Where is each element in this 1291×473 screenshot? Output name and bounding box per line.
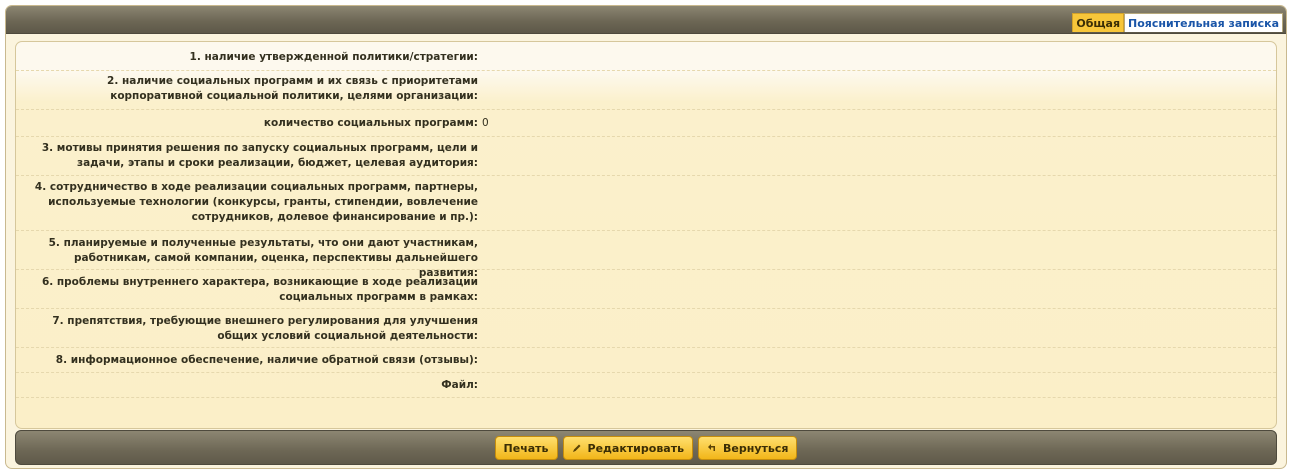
back-button[interactable]: Вернуться (698, 436, 798, 460)
row-label: количество социальных программ: (263, 117, 478, 129)
detail-row: 4. сотрудничество в ходе реализации соци… (16, 176, 1276, 231)
print-button-label: Печать (503, 441, 549, 455)
row-label: 1. наличие утвержденной политики/стратег… (189, 51, 478, 63)
detail-row: 5. планируемые и полученные результаты, … (16, 231, 1276, 279)
row-label: 4. сотрудничество в ходе реализации соци… (34, 181, 478, 223)
row-label: 8. информационное обеспечение, наличие о… (55, 354, 478, 366)
row-label: 3. мотивы принятия решения по запуску со… (41, 142, 478, 169)
pencil-icon (572, 443, 582, 453)
edit-button[interactable]: Редактировать (562, 436, 694, 460)
back-button-label: Вернуться (723, 441, 789, 455)
social-programs-count: 0 (482, 117, 489, 129)
detail-row: 7. препятствия, требующие внешнего регул… (16, 309, 1276, 348)
tab-general[interactable]: Общая (1072, 13, 1125, 32)
edit-button-label: Редактировать (587, 441, 685, 455)
details-panel: 1. наличие утвержденной политики/стратег… (15, 41, 1277, 429)
action-buttons: Печать Редактировать Вернуться (16, 436, 1276, 460)
detail-row-file: Файл: (16, 373, 1276, 398)
page-frame: Общая Пояснительная записка 1. наличие у… (5, 5, 1287, 469)
bottom-toolbar: Печать Редактировать Вернуться (15, 430, 1277, 465)
tab-bar: Общая Пояснительная записка (1072, 13, 1283, 32)
row-label: 6. проблемы внутреннего характера, возни… (41, 276, 478, 303)
row-label: Файл: (441, 379, 478, 391)
row-label: 2. наличие социальных программ и их связ… (107, 75, 478, 102)
return-arrow-icon (707, 443, 717, 453)
detail-row: 8. информационное обеспечение, наличие о… (16, 348, 1276, 373)
row-label: 7. препятствия, требующие внешнего регул… (52, 315, 478, 342)
detail-row: количество социальных программ: 0 (16, 110, 1276, 137)
tab-explanatory-note[interactable]: Пояснительная записка (1124, 13, 1283, 32)
detail-row: 2. наличие социальных программ и их связ… (16, 71, 1276, 110)
detail-row: 1. наличие утвержденной политики/стратег… (16, 42, 1276, 71)
detail-row: 3. мотивы принятия решения по запуску со… (16, 137, 1276, 176)
print-button[interactable]: Печать (494, 436, 558, 460)
detail-row: 6. проблемы внутреннего характера, возни… (16, 270, 1276, 309)
top-toolbar: Общая Пояснительная записка (6, 6, 1286, 34)
